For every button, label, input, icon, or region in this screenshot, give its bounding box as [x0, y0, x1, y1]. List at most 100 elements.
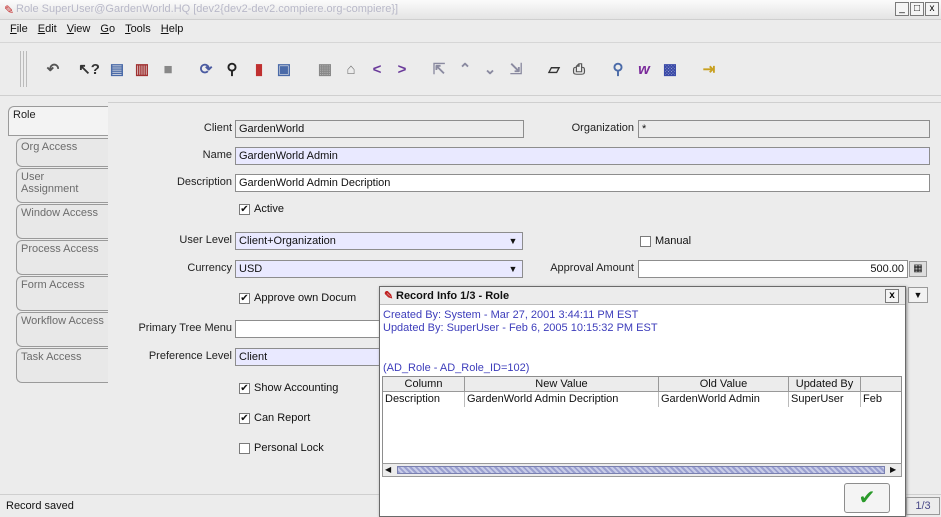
find-icon[interactable]: ⚲	[219, 56, 245, 82]
toolbar-grip[interactable]	[20, 51, 28, 87]
approve-own-checkbox[interactable]: ✔ Approve own Docum	[239, 292, 356, 304]
tab-form-access[interactable]: Form Access	[16, 276, 108, 311]
refresh-icon[interactable]: ⟳	[193, 56, 219, 82]
show-accounting-checkbox[interactable]: ✔ Show Accounting	[239, 382, 338, 394]
tab-workflow-access[interactable]: Workflow Access	[16, 312, 108, 347]
window-title: Role SuperUser@GardenWorld.HQ [dev2{dev2…	[16, 3, 399, 15]
zoom-across-icon[interactable]: ⚲	[605, 56, 631, 82]
close-button[interactable]: x	[925, 2, 939, 16]
organization-label: Organization	[571, 122, 634, 134]
tab-user-assignment[interactable]: User Assignment	[16, 168, 108, 203]
active-checkbox[interactable]: ✔ Active	[239, 203, 284, 215]
checkmark-icon: ✔	[858, 487, 876, 509]
scroll-thumb[interactable]	[397, 466, 885, 474]
report-icon[interactable]: ▱	[541, 56, 567, 82]
maximize-button[interactable]: □	[910, 2, 924, 16]
preference-level-label: Preference Level	[148, 350, 232, 362]
column-header-column[interactable]: Column	[383, 377, 465, 392]
approval-amount-field[interactable]: 500.00	[638, 260, 908, 278]
user-level-label: User Level	[179, 234, 232, 246]
can-report-label: Can Report	[254, 412, 311, 424]
parent-icon[interactable]: ⌂	[338, 56, 364, 82]
new-icon[interactable]: ▤	[104, 56, 130, 82]
last-icon[interactable]: ⇲	[503, 56, 529, 82]
print-icon[interactable]: ⎙	[566, 56, 592, 82]
product-info-icon[interactable]: ▩	[657, 56, 683, 82]
menu-bar: File Edit View Go Tools Help	[0, 20, 941, 40]
menu-help[interactable]: Help	[157, 20, 190, 40]
tab-role[interactable]: Role	[8, 106, 108, 136]
approval-amount-label: Approval Amount	[550, 262, 634, 274]
dialog-close-button[interactable]: x	[885, 289, 899, 303]
record-id-text: (AD_Role - AD_Role_ID=102)	[383, 362, 530, 374]
primary-tree-menu-field[interactable]	[235, 320, 380, 338]
record-position[interactable]: 1/3	[906, 497, 940, 515]
column-header-old-value[interactable]: Old Value	[659, 377, 789, 392]
calculator-icon[interactable]: ▦	[909, 261, 927, 277]
currency-label: Currency	[187, 262, 232, 274]
can-report-checkbox[interactable]: ✔ Can Report	[239, 412, 310, 424]
show-accounting-label: Show Accounting	[254, 382, 339, 394]
table-row[interactable]: Description GardenWorld Admin Decription…	[383, 392, 901, 407]
column-header-extra[interactable]	[861, 377, 901, 392]
horizontal-scrollbar[interactable]: ◀ ▶	[382, 463, 902, 477]
user-level-select[interactable]: Client+Organization ▼	[235, 232, 523, 250]
menu-tools[interactable]: Tools	[121, 20, 157, 40]
down-icon[interactable]: ⌄	[477, 56, 503, 82]
scroll-left-icon[interactable]: ◀	[385, 464, 391, 476]
dialog-app-icon: ✎	[384, 290, 394, 302]
client-field[interactable]: GardenWorld	[235, 120, 524, 138]
updated-by-text: Updated By: SuperUser - Feb 6, 2005 10:1…	[383, 322, 658, 334]
ok-button[interactable]: ✔	[844, 483, 890, 513]
attachment-icon[interactable]: ▮	[246, 56, 272, 82]
dialog-title-bar: ✎ Record Info 1/3 - Role x	[380, 287, 905, 305]
undo-icon[interactable]: ↶	[40, 56, 66, 82]
tab-window-access[interactable]: Window Access	[16, 204, 108, 239]
window-controls: _ □ x	[895, 2, 939, 16]
multi-row-icon[interactable]: ▦	[312, 56, 338, 82]
manual-check-icon	[640, 235, 651, 247]
client-label: Client	[203, 122, 232, 134]
preference-level-select[interactable]: Client	[235, 348, 380, 366]
workflow-icon[interactable]: w	[631, 56, 657, 82]
next-icon[interactable]: >	[389, 56, 415, 82]
manual-checkbox[interactable]: Manual	[640, 235, 691, 247]
exit-icon[interactable]: ⇥	[696, 56, 722, 82]
dialog-title: Record Info 1/3 - Role	[396, 290, 510, 302]
name-label: Name	[202, 149, 232, 161]
scroll-right-icon[interactable]: ▶	[890, 464, 896, 476]
scroll-down-icon[interactable]: ▼	[908, 287, 928, 303]
can-report-check-icon: ✔	[239, 412, 250, 424]
primary-tree-menu-label: Primary Tree Menu	[138, 322, 232, 334]
window-title-bar: ✎ Role SuperUser@GardenWorld.HQ [dev2{de…	[0, 0, 941, 20]
tab-task-access[interactable]: Task Access	[16, 348, 108, 383]
minimize-button[interactable]: _	[895, 2, 909, 16]
column-header-new-value[interactable]: New Value	[465, 377, 659, 392]
change-log-table: Column New Value Old Value Updated By De…	[382, 376, 902, 466]
table-cell: SuperUser	[789, 392, 861, 407]
save-icon[interactable]: ■	[155, 56, 181, 82]
chevron-down-icon[interactable]: ▼	[504, 233, 522, 249]
description-field[interactable]: GardenWorld Admin Decription	[235, 174, 930, 192]
history-icon[interactable]: ▣	[271, 56, 297, 82]
delete-icon[interactable]: ▥	[129, 56, 155, 82]
column-header-updated-by[interactable]: Updated By	[789, 377, 861, 392]
first-icon[interactable]: ⇱	[426, 56, 452, 82]
menu-go[interactable]: Go	[96, 20, 121, 40]
currency-select[interactable]: USD ▼	[235, 260, 523, 278]
menu-edit[interactable]: Edit	[34, 20, 63, 40]
name-field[interactable]: GardenWorld Admin	[235, 147, 930, 165]
manual-label: Manual	[655, 235, 692, 247]
menu-view[interactable]: View	[63, 20, 97, 40]
tab-process-access[interactable]: Process Access	[16, 240, 108, 275]
previous-icon[interactable]: <	[364, 56, 390, 82]
table-cell: GardenWorld Admin	[659, 392, 789, 407]
help-icon[interactable]: ↖?	[76, 56, 102, 82]
organization-field[interactable]: *	[638, 120, 930, 138]
menu-file[interactable]: File	[6, 20, 34, 40]
up-icon[interactable]: ⌃	[452, 56, 478, 82]
personal-lock-checkbox[interactable]: Personal Lock	[239, 442, 324, 454]
active-check-icon: ✔	[239, 203, 250, 215]
tab-org-access[interactable]: Org Access	[16, 138, 108, 167]
chevron-down-icon[interactable]: ▼	[504, 261, 522, 277]
